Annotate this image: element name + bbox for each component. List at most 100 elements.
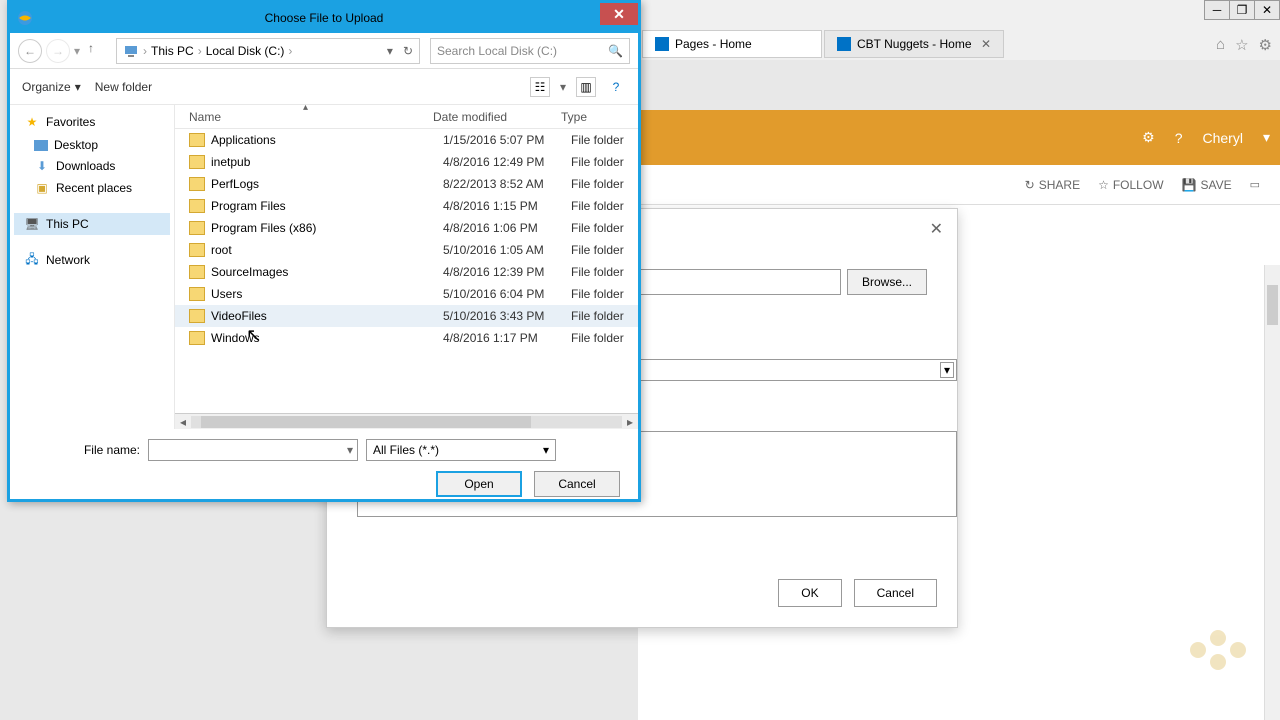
close-button[interactable]: ✕ — [600, 3, 638, 25]
folder-icon — [189, 221, 205, 235]
file-type-filter[interactable]: All Files (*.*)▾ — [366, 439, 556, 461]
scroll-right-icon[interactable]: ▸ — [622, 415, 638, 429]
computer-icon: 🖥 — [24, 216, 40, 232]
cancel-button[interactable]: Cancel — [854, 579, 937, 607]
open-button[interactable]: Open — [436, 471, 522, 497]
new-folder-button[interactable]: New folder — [95, 80, 152, 94]
forward-button[interactable]: → — [46, 39, 70, 63]
row-date: 4/8/2016 1:06 PM — [443, 221, 563, 235]
breadcrumb-this-pc[interactable]: This PC — [151, 44, 194, 58]
window-controls: ─ ❐ ✕ — [1205, 0, 1280, 20]
folder-icon — [189, 199, 205, 213]
file-name-input[interactable]: ▾ — [148, 439, 358, 461]
minimize-button[interactable]: ─ — [1204, 0, 1230, 20]
follow-button[interactable]: ☆FOLLOW — [1098, 178, 1163, 192]
search-input[interactable]: Search Local Disk (C:) 🔍 — [430, 38, 630, 64]
tree-desktop[interactable]: Desktop — [14, 135, 170, 155]
row-name: root — [211, 243, 443, 257]
refresh-icon[interactable]: ↻ — [403, 44, 413, 58]
tree-this-pc[interactable]: 🖥This PC — [14, 213, 170, 235]
up-button[interactable]: ↑ — [88, 41, 108, 61]
breadcrumb[interactable]: › This PC › Local Disk (C:) › ▾ ↻ — [116, 38, 420, 64]
toolbar: Organize▾ New folder ☷ ▾ ▥ ? — [10, 69, 638, 105]
row-name: Windows — [211, 331, 443, 345]
file-chooser-dialog: Choose File to Upload ✕ ← → ▾ ↑ › This P… — [7, 0, 641, 502]
list-row[interactable]: Program Files4/8/2016 1:15 PMFile folder — [175, 195, 638, 217]
dialog-title: Choose File to Upload — [265, 11, 384, 25]
user-name[interactable]: Cheryl — [1203, 130, 1243, 146]
preview-pane-button[interactable]: ▥ — [576, 77, 596, 97]
scroll-track[interactable] — [191, 416, 622, 428]
recent-dropdown[interactable]: ▾ — [74, 44, 80, 58]
scroll-thumb[interactable] — [1267, 285, 1278, 325]
tree-recent[interactable]: ▣Recent places — [14, 177, 170, 199]
close-icon[interactable]: ✕ — [981, 37, 991, 51]
row-name: Program Files (x86) — [211, 221, 443, 235]
star-icon: ★ — [24, 114, 40, 130]
list-row[interactable]: VideoFiles5/10/2016 3:43 PMFile folder — [175, 305, 638, 327]
star-icon: ☆ — [1098, 178, 1109, 192]
row-date: 4/8/2016 1:17 PM — [443, 331, 563, 345]
help-icon[interactable]: ? — [1175, 130, 1183, 146]
column-date[interactable]: Date modified — [433, 105, 553, 128]
organize-button[interactable]: Organize▾ — [22, 80, 81, 94]
browser-tabs: Pages - Home CBT Nuggets - Home ✕ — [638, 30, 1280, 58]
sort-ascending-icon: ▴ — [303, 102, 308, 113]
settings-icon[interactable]: ⚙ — [1142, 129, 1155, 146]
column-type[interactable]: Type — [553, 105, 638, 128]
tab-pages-home[interactable]: Pages - Home — [642, 30, 822, 58]
scroll-thumb[interactable] — [201, 416, 531, 428]
view-button[interactable]: ☷ — [530, 77, 550, 97]
chevron-down-icon[interactable]: ▾ — [387, 44, 393, 58]
list-row[interactable]: Windows4/8/2016 1:17 PMFile folder — [175, 327, 638, 349]
gear-icon[interactable]: ⚙ — [1259, 36, 1272, 54]
list-row[interactable]: root5/10/2016 1:05 AMFile folder — [175, 239, 638, 261]
tree-downloads[interactable]: ⬇Downloads — [14, 155, 170, 177]
home-icon[interactable]: ⌂ — [1216, 36, 1225, 54]
share-button[interactable]: ↻SHARE — [1025, 178, 1080, 192]
search-icon[interactable]: 🔍 — [608, 44, 623, 58]
list-row[interactable]: Program Files (x86)4/8/2016 1:06 PMFile … — [175, 217, 638, 239]
list-row[interactable]: Users5/10/2016 6:04 PMFile folder — [175, 283, 638, 305]
save-button[interactable]: 💾SAVE — [1182, 178, 1232, 192]
list-row[interactable]: inetpub4/8/2016 12:49 PMFile folder — [175, 151, 638, 173]
ie-icon — [16, 9, 34, 27]
row-date: 5/10/2016 1:05 AM — [443, 243, 563, 257]
tab-cbt-nuggets[interactable]: CBT Nuggets - Home ✕ — [824, 30, 1004, 58]
close-icon[interactable]: ✕ — [930, 219, 943, 239]
dialog-title-bar[interactable]: Choose File to Upload ✕ — [10, 3, 638, 33]
list-row[interactable]: PerfLogs8/22/2013 8:52 AMFile folder — [175, 173, 638, 195]
scroll-left-icon[interactable]: ◂ — [175, 415, 191, 429]
horizontal-scrollbar[interactable]: ◂ ▸ — [175, 413, 638, 429]
row-date: 4/8/2016 12:49 PM — [443, 155, 563, 169]
chevron-down-icon[interactable]: ▾ — [560, 80, 566, 94]
edit-icon[interactable]: ▭ — [1250, 178, 1260, 191]
row-type: File folder — [563, 199, 624, 213]
ok-button[interactable]: OK — [778, 579, 841, 607]
row-date: 8/22/2013 8:52 AM — [443, 177, 563, 191]
tree-network[interactable]: 🖧Network — [14, 249, 170, 271]
tree-favorites[interactable]: ★Favorites — [14, 111, 170, 133]
help-icon[interactable]: ? — [606, 77, 626, 97]
network-icon: 🖧 — [24, 252, 40, 268]
chevron-down-icon[interactable]: ▾ — [347, 443, 353, 457]
folder-icon — [189, 265, 205, 279]
chevron-right-icon[interactable]: › — [198, 44, 202, 58]
restore-button[interactable]: ❐ — [1229, 0, 1255, 20]
row-name: Program Files — [211, 199, 443, 213]
cancel-button[interactable]: Cancel — [534, 471, 620, 497]
nav-tree: ★Favorites Desktop ⬇Downloads ▣Recent pl… — [10, 105, 175, 429]
list-body: Applications1/15/2016 5:07 PMFile folder… — [175, 129, 638, 413]
close-button[interactable]: ✕ — [1254, 0, 1280, 20]
chevron-right-icon[interactable]: › — [143, 44, 147, 58]
page-scrollbar[interactable] — [1264, 265, 1280, 720]
back-button[interactable]: ← — [18, 39, 42, 63]
list-row[interactable]: SourceImages4/8/2016 12:39 PMFile folder — [175, 261, 638, 283]
star-icon[interactable]: ☆ — [1235, 36, 1248, 54]
chevron-right-icon[interactable]: › — [288, 44, 292, 58]
breadcrumb-drive[interactable]: Local Disk (C:) — [206, 44, 285, 58]
list-row[interactable]: Applications1/15/2016 5:07 PMFile folder — [175, 129, 638, 151]
chevron-down-icon[interactable]: ▾ — [1263, 129, 1270, 146]
sharepoint-icon — [655, 37, 669, 51]
browse-button[interactable]: Browse... — [847, 269, 927, 295]
